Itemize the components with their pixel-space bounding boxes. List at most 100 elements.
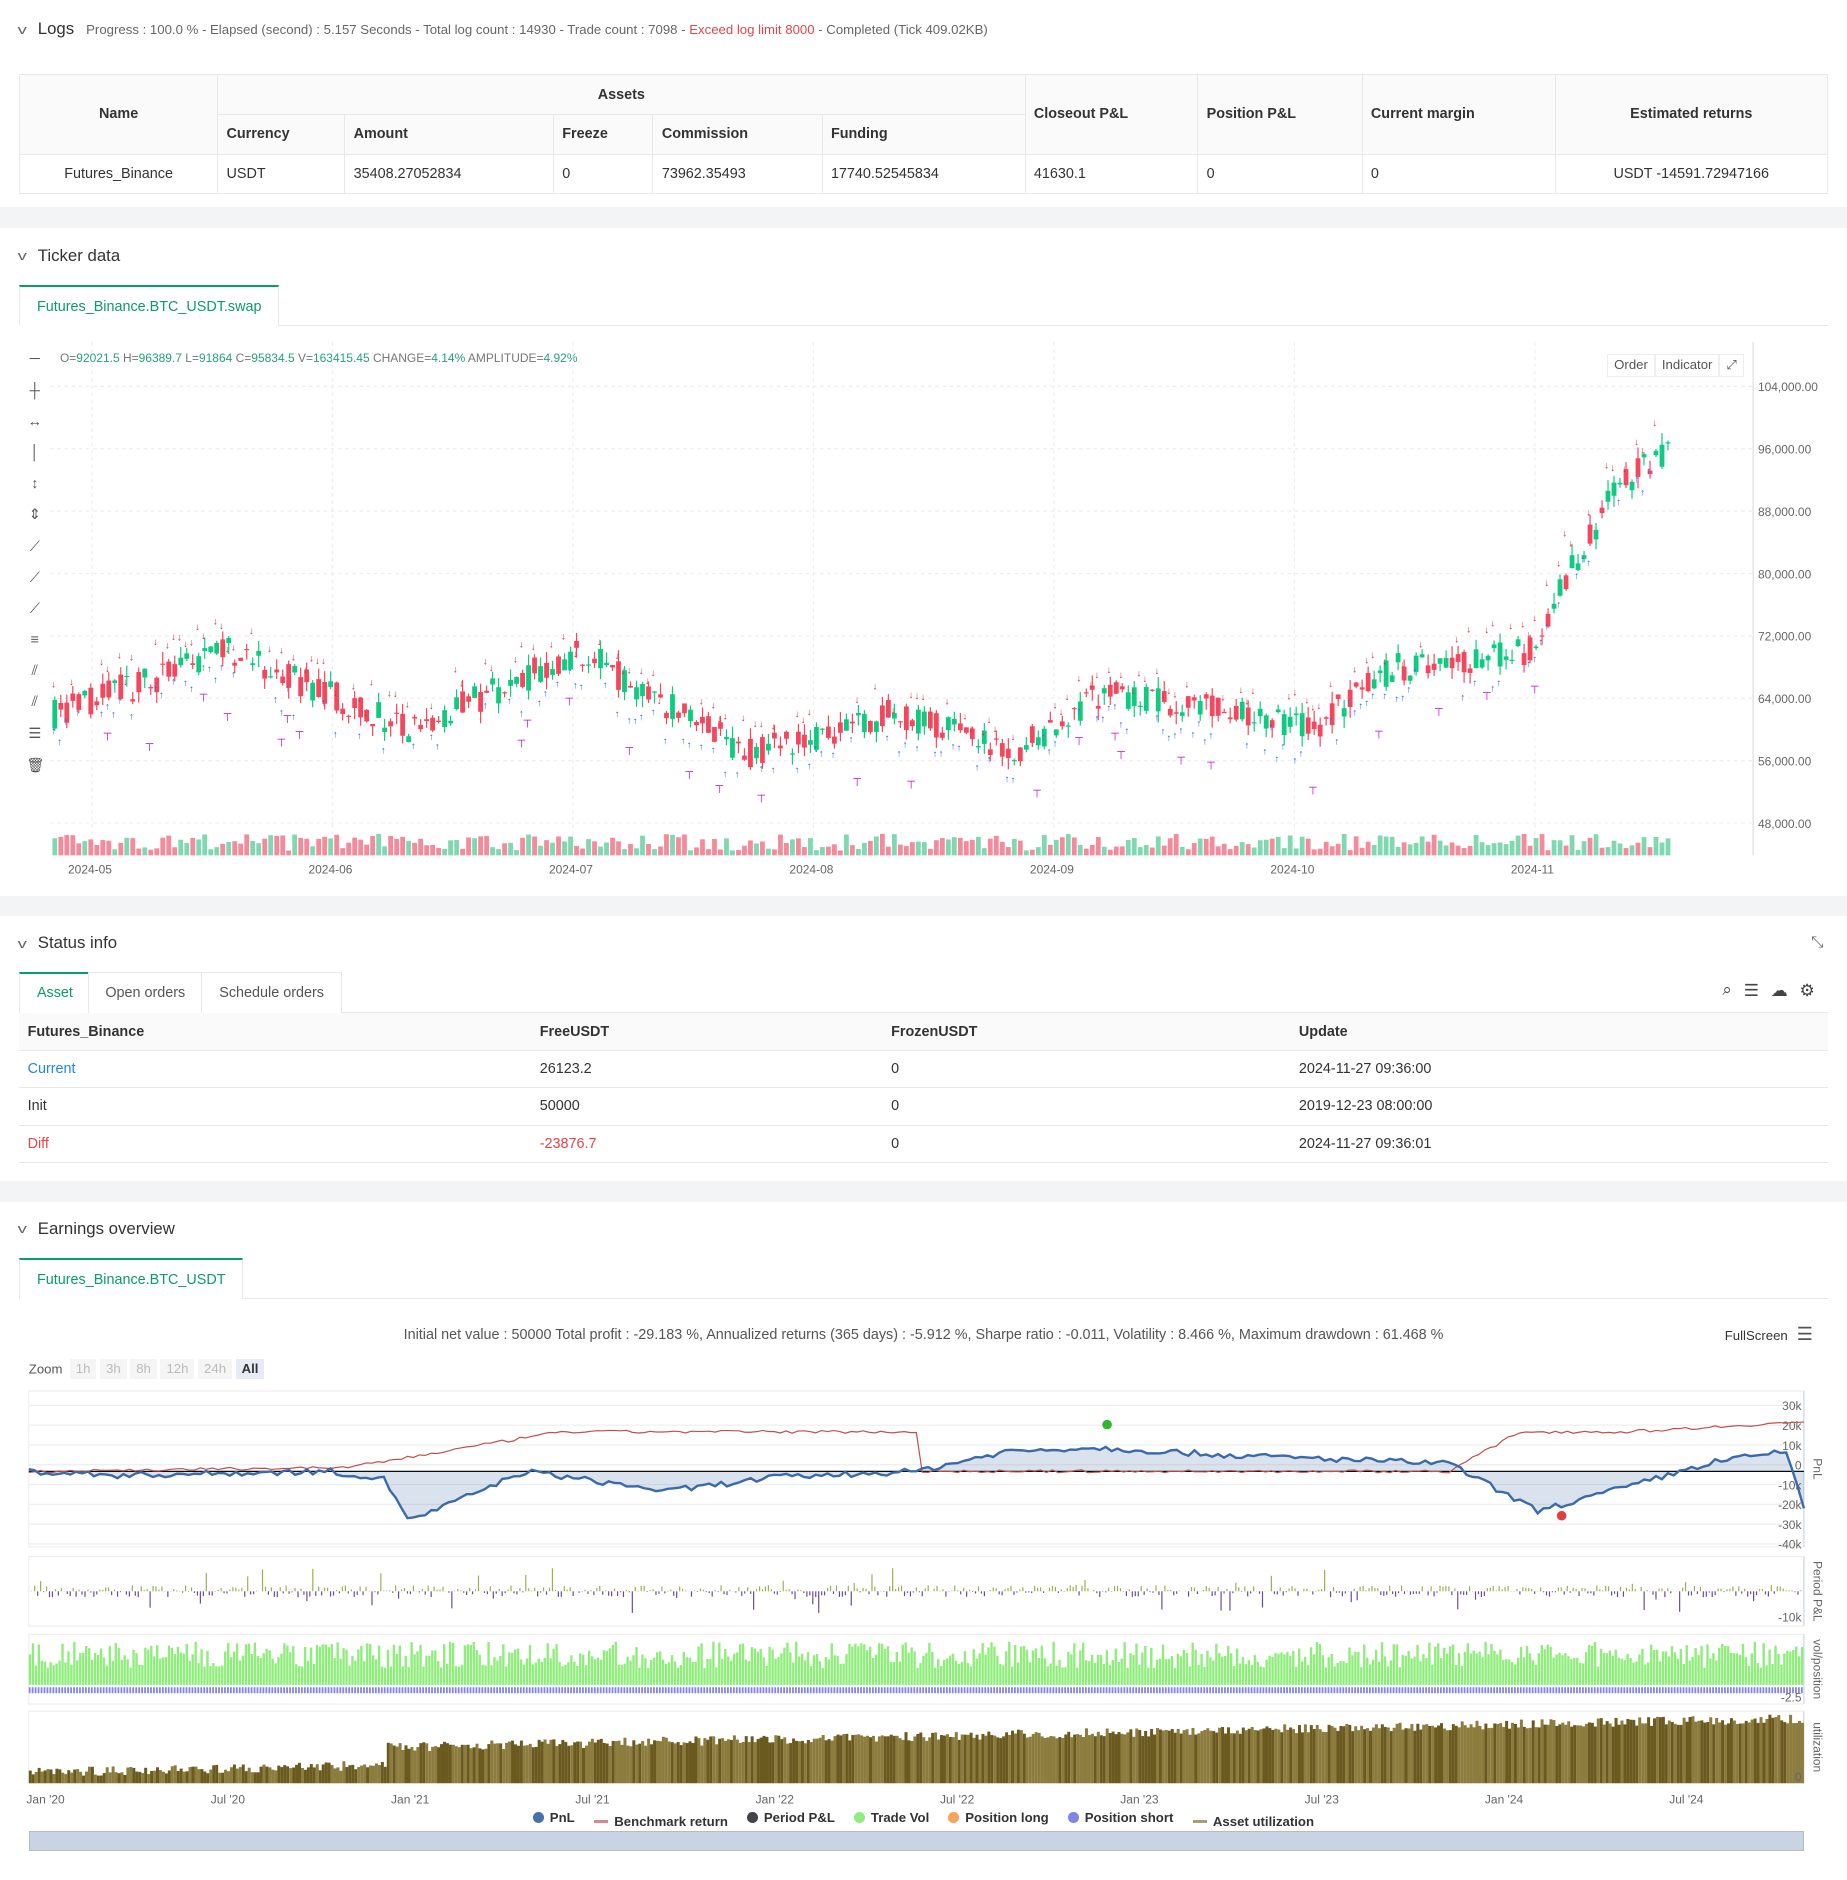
trade-vol-bar (798, 1656, 801, 1686)
volume-bar (286, 850, 292, 856)
drawing-tool-icon[interactable]: ┼ (26, 383, 43, 400)
zoom-1h[interactable]: 1h (69, 1358, 97, 1379)
zoom-8h[interactable]: 8h (130, 1358, 157, 1379)
utilization-bar (537, 1740, 541, 1784)
volume-bar (766, 848, 772, 856)
drawing-tool-icon[interactable]: 🗑 (26, 757, 44, 774)
utilization-bar (1768, 1714, 1772, 1784)
utilization-bar (798, 1741, 801, 1784)
position-short-bar (546, 1687, 549, 1694)
trade-vol-bar (472, 1642, 475, 1686)
chevron-down-icon[interactable]: v (18, 1221, 27, 1236)
candlestick-chart[interactable]: 104,000.0096,000.0088,000.0080,000.0072,… (50, 341, 1825, 882)
candle (1300, 713, 1305, 737)
drawing-tool-icon[interactable]: ⫽ (26, 663, 43, 680)
earnings-header[interactable]: v Earnings overview (18, 1219, 175, 1239)
volume-bar (670, 834, 676, 856)
drawing-tool-icon[interactable]: ─ (26, 351, 43, 368)
long-marker: ↑ (1359, 701, 1364, 712)
volume-bar (1498, 842, 1503, 856)
gear-icon[interactable]: ⚙ (1800, 980, 1815, 1001)
position-short-bar (1587, 1687, 1590, 1694)
earnings-chart[interactable]: 30k20k10k0-10k-20k-30k-40k-10k-2.50PnLPe… (0, 1385, 1847, 1853)
legend-item[interactable]: Period P&L (747, 1810, 835, 1825)
list-icon[interactable]: ☰ (1744, 980, 1759, 1001)
navigator-scrollbar[interactable] (28, 1831, 1804, 1851)
trade-vol-bar (1726, 1646, 1730, 1686)
trade-vol-bar (1150, 1648, 1153, 1686)
volume-bar (1210, 836, 1215, 856)
tab-schedule-orders[interactable]: Schedule orders (201, 971, 342, 1014)
utilization-bar (1380, 1724, 1384, 1784)
position-short-bar (1729, 1687, 1732, 1694)
short-marker: ↓ (1305, 695, 1310, 706)
position-short-bar (339, 1687, 342, 1694)
short-marker: ↓ (1365, 655, 1370, 666)
volume-bar (1240, 841, 1245, 856)
candle (736, 741, 742, 744)
candle (976, 745, 982, 748)
drawing-tool-icon[interactable]: ⟋ (26, 601, 43, 618)
zoom-12h[interactable]: 12h (160, 1358, 195, 1379)
drawing-tool-icon[interactable]: ↔ (26, 414, 43, 431)
utilization-bar (1297, 1725, 1301, 1784)
position-short-bar (141, 1687, 144, 1694)
trade-vol-bar (697, 1646, 700, 1686)
chevron-down-icon[interactable]: v (18, 936, 27, 951)
cloud-download-icon[interactable]: ☁ (1771, 980, 1788, 1001)
fullscreen-button[interactable]: FullScreen (1725, 1328, 1788, 1343)
drawing-tool-icon[interactable]: ⇕ (26, 507, 43, 524)
tab-asset[interactable]: Asset (19, 971, 91, 1014)
position-short-bar (289, 1687, 291, 1694)
volume-bar (1288, 835, 1293, 856)
trade-vol-bar (694, 1661, 697, 1686)
search-icon[interactable]: ⌕ (1722, 980, 1731, 1001)
status-header[interactable]: v Status info (18, 933, 117, 953)
drawing-tool-icon[interactable]: ⟋ (26, 539, 43, 556)
utilization-bar (1016, 1729, 1020, 1784)
short-marker: ↓ (549, 639, 554, 650)
utilization-bar (1590, 1723, 1594, 1784)
legend-item[interactable]: Position short (1067, 1810, 1173, 1825)
trade-vol-bar (993, 1646, 996, 1686)
legend-item[interactable]: Asset utilization (1192, 1814, 1314, 1829)
utilization-bar (1105, 1728, 1109, 1784)
logs-header[interactable]: v Logs Progress : 100.0 % - Elapsed (sec… (18, 19, 988, 39)
row-current-link[interactable]: Current (19, 1050, 532, 1089)
drawing-tool-icon[interactable]: ☰ (26, 726, 43, 743)
drawing-tool-icon[interactable]: ⟋ (26, 570, 43, 587)
position-short-bar (798, 1687, 800, 1694)
volume-bar (178, 839, 184, 856)
zoom-all[interactable]: All (235, 1358, 265, 1379)
position-short-bar (1176, 1687, 1179, 1694)
zoom-3h[interactable]: 3h (100, 1358, 127, 1379)
long-marker: ↑ (1053, 738, 1058, 749)
chevron-down-icon[interactable]: v (18, 22, 27, 37)
utilization-bar (37, 1768, 41, 1784)
trade-vol-bar (212, 1663, 215, 1686)
legend-item[interactable]: Benchmark return (593, 1814, 728, 1829)
tab-open-orders[interactable]: Open orders (87, 971, 204, 1014)
volume-bar (1078, 844, 1084, 856)
drawing-tool-icon[interactable]: │ (26, 445, 43, 462)
position-short-bar (1102, 1687, 1105, 1694)
chevron-down-icon[interactable]: v (18, 248, 27, 263)
drawing-tool-icon[interactable]: ↕ (26, 476, 43, 493)
legend-item[interactable]: PnL (533, 1810, 575, 1825)
menu-icon[interactable]: ☰ (1797, 1324, 1813, 1345)
utilization-bar (1780, 1720, 1784, 1784)
position-short-bar (1487, 1687, 1490, 1694)
utilization-bar (256, 1772, 260, 1784)
trade-vol-bar (1404, 1656, 1407, 1686)
zoom-24h[interactable]: 24h (198, 1358, 233, 1379)
drawing-tool-icon[interactable]: ≡ (26, 632, 43, 649)
ticker-header[interactable]: v Ticker data (18, 246, 120, 266)
collapse-icon[interactable]: ⤡ (1811, 934, 1823, 952)
legend-item[interactable]: Trade Vol (854, 1810, 929, 1825)
utilization-bar (1516, 1727, 1520, 1784)
drawing-tool-icon[interactable]: ⫽ (26, 694, 43, 711)
tab-btc-swap[interactable]: Futures_Binance.BTC_USDT.swap (19, 285, 280, 327)
legend-item[interactable]: Position long (948, 1810, 1049, 1825)
trade-vol-bar (1783, 1653, 1786, 1686)
tab-btc-usdt[interactable]: Futures_Binance.BTC_USDT (19, 1258, 244, 1299)
